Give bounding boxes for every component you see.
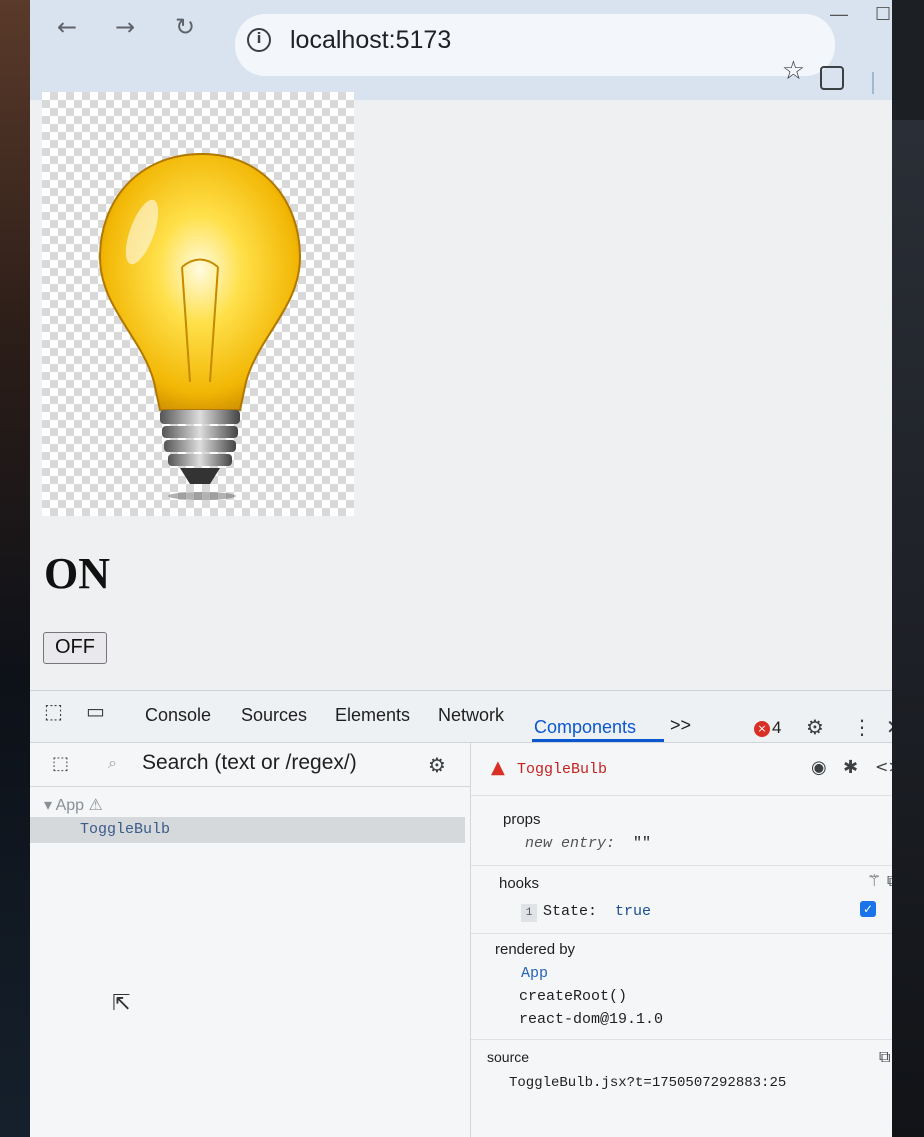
minimize-icon[interactable]: — — [830, 4, 848, 25]
props-label: props — [503, 811, 541, 828]
search-input[interactable]: Search (text or /regex/) — [142, 751, 357, 775]
mouse-cursor-icon: ⇱ — [112, 991, 131, 1016]
prop-value: "" — [633, 835, 652, 852]
tab-sources[interactable]: Sources — [241, 705, 307, 726]
inspect-element-icon[interactable]: ⬚ — [44, 699, 63, 723]
divider — [471, 865, 892, 866]
source-label: source — [487, 1049, 530, 1065]
devtools-tab-bar: ⬚ ▭ Console Sources Elements Network Com… — [30, 691, 892, 743]
error-icon[interactable]: × — [754, 721, 770, 737]
tree-item-selected[interactable]: ToggleBulb — [30, 817, 465, 843]
devtools-panel: ⬚ ▭ Console Sources Elements Network Com… — [30, 690, 892, 1137]
url-text[interactable]: localhost:5173 — [290, 26, 451, 55]
copy-icon[interactable]: ⧉ — [887, 871, 892, 891]
tab-network[interactable]: Network — [438, 705, 504, 726]
hook-index: 1 — [521, 904, 537, 922]
divider — [471, 933, 892, 934]
toolbar-separator — [872, 72, 874, 94]
component-settings-icon[interactable]: ⚙ — [428, 753, 446, 777]
source-location[interactable]: ToggleBulb.jsx?t=1750507292883:25 — [509, 1075, 786, 1091]
eye-icon[interactable]: ◉ — [811, 757, 827, 778]
forward-icon[interactable]: → — [110, 12, 140, 42]
prop-row[interactable]: new entry: "" — [525, 835, 651, 852]
divider — [471, 795, 892, 796]
bookmark-star-icon[interactable]: ☆ — [782, 56, 805, 86]
tree-item-togglebulb-label: ToggleBulb — [80, 821, 171, 838]
address-bar[interactable]: i localhost:5173 ☆ — [235, 14, 835, 86]
hooks-label: hooks — [499, 875, 540, 892]
select-component-icon[interactable]: ⬚ — [52, 753, 69, 774]
browser-toolbar: ← → ↻ i localhost:5173 ☆ M — ☐ — [30, 0, 892, 100]
tab-console[interactable]: Console — [145, 705, 211, 726]
monitor-bezel-right — [892, 120, 924, 1137]
rendered-by-item[interactable]: App — [521, 965, 548, 982]
maximize-icon[interactable]: ☐ — [875, 4, 891, 25]
component-inspector: ▲ ToggleBulb ◉ ✱ <> props new entry: "" … — [471, 743, 892, 1137]
more-tabs-button[interactable]: >> — [670, 715, 691, 736]
tree-item-app-label: App — [55, 797, 85, 814]
component-search-row: ⬚ ⌕ Search (text or /regex/) ⚙ — [30, 743, 470, 787]
tab-components[interactable]: Components — [534, 717, 636, 738]
warning-icon: ▲ — [491, 757, 505, 778]
bug-icon[interactable]: ✱ — [843, 757, 858, 778]
search-icon: ⌕ — [108, 753, 117, 772]
rendered-by-label: rendered by — [495, 941, 576, 958]
toggle-button[interactable]: OFF — [43, 632, 107, 664]
error-count[interactable]: 4 — [772, 718, 781, 738]
light-bulb-icon — [98, 152, 302, 500]
hook-value: true — [615, 903, 652, 920]
site-info-icon[interactable]: i — [247, 28, 271, 52]
light-bulb-image — [42, 92, 354, 516]
tree-item-app[interactable]: ▾ App ⚠ — [44, 795, 103, 815]
reload-icon[interactable]: ↻ — [170, 12, 200, 42]
monitor-bezel-left — [0, 0, 30, 1137]
view-source-icon[interactable]: <> — [875, 757, 892, 776]
hook-checkbox[interactable]: ✓ — [860, 901, 876, 917]
magic-wand-icon[interactable]: ⚚ — [867, 871, 881, 890]
rendered-by-item: createRoot() — [519, 988, 628, 1005]
inspected-component-name: ToggleBulb — [517, 761, 608, 778]
browser-window: ← → ↻ i localhost:5173 ☆ M — ☐ — [30, 0, 892, 1137]
device-toolbar-icon[interactable]: ▭ — [86, 699, 105, 723]
hook-key: State: — [543, 903, 598, 920]
active-tab-indicator — [532, 739, 664, 742]
more-options-icon[interactable]: ⋮ — [852, 715, 872, 739]
back-icon[interactable]: ← — [52, 12, 82, 42]
divider — [471, 1039, 892, 1040]
rendered-by-item: react-dom@19.1.0 — [519, 1011, 664, 1028]
prop-key: new entry: — [525, 835, 616, 852]
extensions-icon[interactable] — [820, 66, 844, 90]
hook-row[interactable]: 1 State: true — [521, 903, 651, 922]
copy-source-icon[interactable]: ⧉ — [879, 1047, 890, 1067]
settings-gear-icon[interactable]: ⚙ — [806, 715, 824, 739]
tab-elements[interactable]: Elements — [335, 705, 410, 726]
close-devtools-icon[interactable]: ✕ — [886, 715, 892, 739]
bulb-status-heading: ON — [44, 549, 110, 598]
